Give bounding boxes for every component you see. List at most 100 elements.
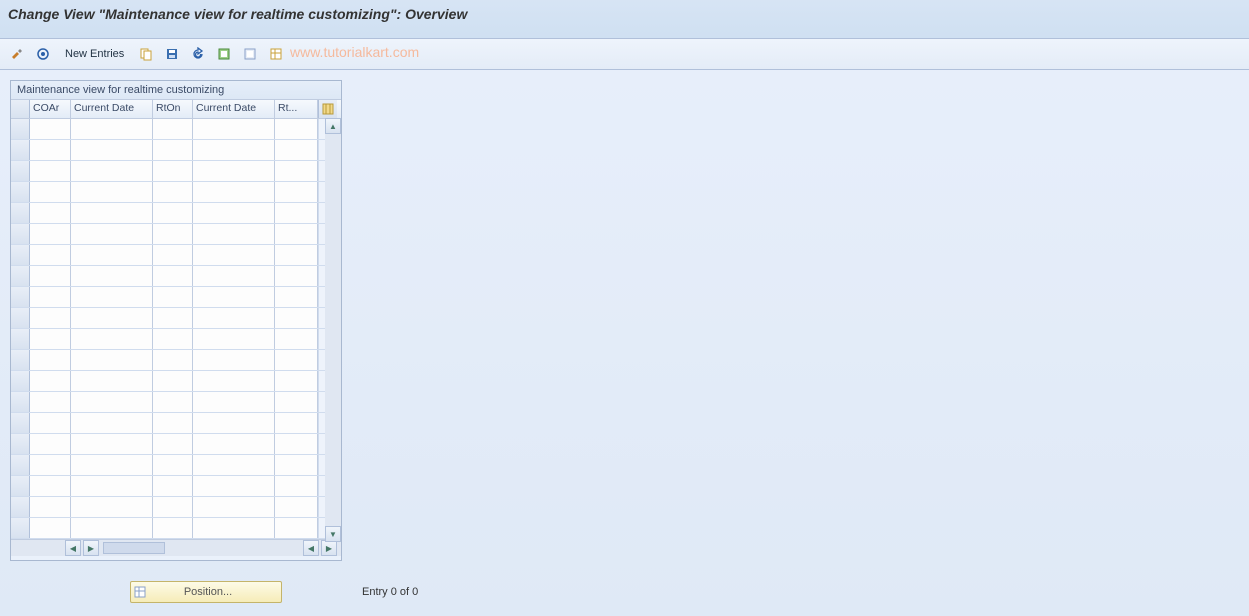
cell-rton[interactable] <box>153 308 193 328</box>
cell-current-date-1[interactable] <box>71 224 153 244</box>
col-header-rton[interactable]: RtOn <box>153 100 193 118</box>
configure-columns-icon[interactable] <box>318 100 337 118</box>
table-row[interactable] <box>11 413 341 434</box>
copy-icon[interactable] <box>135 44 157 64</box>
cell-current-date-1[interactable] <box>71 182 153 202</box>
cell-coar[interactable] <box>30 329 71 349</box>
cell-current-date-1[interactable] <box>71 476 153 496</box>
cell-rton[interactable] <box>153 224 193 244</box>
cell-coar[interactable] <box>30 497 71 517</box>
table-row[interactable] <box>11 455 341 476</box>
col-header-current-date-2[interactable]: Current Date <box>193 100 275 118</box>
scroll-track-left[interactable] <box>103 542 165 554</box>
cell-rt[interactable] <box>275 308 318 328</box>
cell-rt[interactable] <box>275 476 318 496</box>
table-settings-icon[interactable] <box>265 44 287 64</box>
cell-current-date-1[interactable] <box>71 308 153 328</box>
cell-rton[interactable] <box>153 350 193 370</box>
table-row[interactable] <box>11 266 341 287</box>
cell-current-date-2[interactable] <box>193 308 275 328</box>
table-row[interactable] <box>11 161 341 182</box>
cell-current-date-2[interactable] <box>193 392 275 412</box>
cell-current-date-2[interactable] <box>193 140 275 160</box>
cell-coar[interactable] <box>30 203 71 223</box>
table-row[interactable] <box>11 350 341 371</box>
cell-coar[interactable] <box>30 287 71 307</box>
row-selector[interactable] <box>11 140 30 160</box>
cell-rton[interactable] <box>153 245 193 265</box>
cell-coar[interactable] <box>30 140 71 160</box>
col-header-coar[interactable]: COAr <box>30 100 71 118</box>
cell-rt[interactable] <box>275 392 318 412</box>
cell-rton[interactable] <box>153 518 193 538</box>
cell-rt[interactable] <box>275 287 318 307</box>
cell-current-date-1[interactable] <box>71 350 153 370</box>
cell-current-date-2[interactable] <box>193 245 275 265</box>
cell-coar[interactable] <box>30 392 71 412</box>
position-button[interactable]: Position... <box>130 581 282 603</box>
select-all-icon[interactable] <box>213 44 235 64</box>
col-header-rt[interactable]: Rt... <box>275 100 318 118</box>
cell-coar[interactable] <box>30 350 71 370</box>
table-row[interactable] <box>11 182 341 203</box>
cell-current-date-2[interactable] <box>193 434 275 454</box>
cell-current-date-1[interactable] <box>71 329 153 349</box>
cell-rt[interactable] <box>275 371 318 391</box>
toggle-change-icon[interactable] <box>6 44 28 64</box>
table-row[interactable] <box>11 476 341 497</box>
cell-rt[interactable] <box>275 119 318 139</box>
cell-current-date-2[interactable] <box>193 224 275 244</box>
row-selector[interactable] <box>11 182 30 202</box>
row-selector[interactable] <box>11 413 30 433</box>
cell-coar[interactable] <box>30 224 71 244</box>
cell-rton[interactable] <box>153 413 193 433</box>
table-row[interactable] <box>11 392 341 413</box>
cell-rt[interactable] <box>275 518 318 538</box>
cell-rt[interactable] <box>275 182 318 202</box>
row-selector[interactable] <box>11 329 30 349</box>
cell-current-date-1[interactable] <box>71 455 153 475</box>
table-row[interactable] <box>11 371 341 392</box>
table-row[interactable] <box>11 308 341 329</box>
scroll-right-icon[interactable]: ▶ <box>83 540 99 556</box>
cell-current-date-2[interactable] <box>193 455 275 475</box>
table-row[interactable] <box>11 140 341 161</box>
table-row[interactable] <box>11 119 341 140</box>
cell-current-date-2[interactable] <box>193 518 275 538</box>
cell-rton[interactable] <box>153 371 193 391</box>
cell-rton[interactable] <box>153 497 193 517</box>
cell-rt[interactable] <box>275 245 318 265</box>
cell-current-date-1[interactable] <box>71 371 153 391</box>
row-selector[interactable] <box>11 245 30 265</box>
row-selector[interactable] <box>11 434 30 454</box>
row-selector[interactable] <box>11 455 30 475</box>
row-selector[interactable] <box>11 371 30 391</box>
row-selector[interactable] <box>11 518 30 538</box>
cell-rton[interactable] <box>153 434 193 454</box>
cell-current-date-2[interactable] <box>193 203 275 223</box>
cell-rton[interactable] <box>153 287 193 307</box>
col-header-current-date-1[interactable]: Current Date <box>71 100 153 118</box>
scroll-up-icon[interactable]: ▲ <box>325 118 341 134</box>
cell-rt[interactable] <box>275 497 318 517</box>
cell-current-date-1[interactable] <box>71 497 153 517</box>
row-selector[interactable] <box>11 266 30 286</box>
cell-current-date-1[interactable] <box>71 434 153 454</box>
row-selector[interactable] <box>11 287 30 307</box>
row-selector[interactable] <box>11 350 30 370</box>
cell-coar[interactable] <box>30 518 71 538</box>
new-entries-button[interactable]: New Entries <box>58 44 131 64</box>
table-row[interactable] <box>11 287 341 308</box>
row-selector[interactable] <box>11 203 30 223</box>
row-selector[interactable] <box>11 161 30 181</box>
cell-current-date-2[interactable] <box>193 329 275 349</box>
cell-coar[interactable] <box>30 266 71 286</box>
header-row-selector[interactable] <box>11 100 30 118</box>
cell-rt[interactable] <box>275 350 318 370</box>
cell-coar[interactable] <box>30 434 71 454</box>
cell-current-date-2[interactable] <box>193 371 275 391</box>
row-selector[interactable] <box>11 224 30 244</box>
cell-current-date-1[interactable] <box>71 266 153 286</box>
vertical-scrollbar[interactable]: ▲ ▼ <box>325 118 341 542</box>
cell-rton[interactable] <box>153 266 193 286</box>
